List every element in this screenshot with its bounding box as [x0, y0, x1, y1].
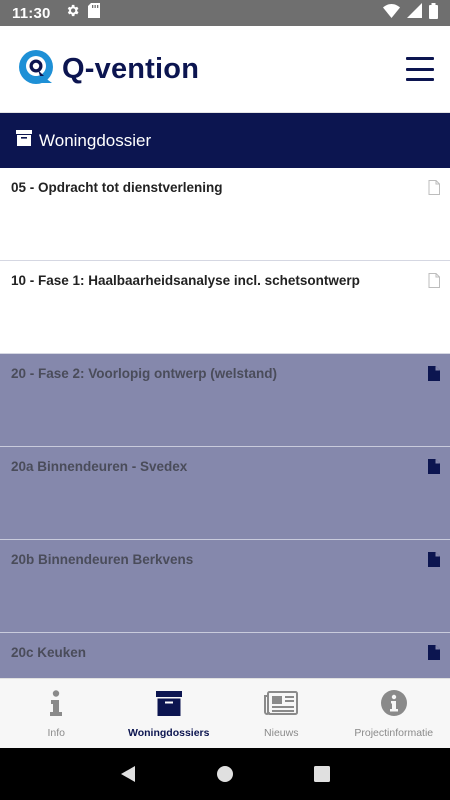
bottom-nav: Info Woningdossiers Nieuws Projectinform… [0, 678, 450, 748]
wifi-icon [383, 3, 400, 23]
archive-box-icon [16, 130, 32, 151]
tab-nieuws[interactable]: Nieuws [225, 679, 338, 748]
dossier-title: 05 - Opdracht tot dienstverlening [11, 180, 223, 195]
logo[interactable]: Q-vention [18, 49, 199, 90]
tab-woningdossiers[interactable]: Woningdossiers [113, 679, 226, 748]
tab-label: Nieuws [264, 727, 299, 739]
document-filled-icon [428, 459, 440, 479]
newspaper-icon [264, 689, 299, 717]
document-filled-icon [428, 552, 440, 572]
document-outline-icon [428, 273, 440, 293]
q-vention-logo-icon [18, 49, 54, 90]
section-title: Woningdossier [39, 130, 152, 150]
status-bar: 11:30 [0, 0, 450, 26]
document-outline-icon [428, 180, 440, 200]
document-filled-icon [428, 645, 440, 665]
list-item[interactable]: 05 - Opdracht tot dienstverlening [0, 168, 450, 261]
section-header: Woningdossier [0, 113, 450, 168]
signal-icon [407, 3, 422, 23]
dossier-title: 20 - Fase 2: Voorlopig ontwerp (welstand… [11, 366, 278, 381]
app-screen: 11:30 Q-vention Woningdossier 05 - Opdra… [0, 0, 450, 800]
dossier-title: 20b Binnendeuren Berkvens [11, 552, 194, 567]
status-right-icons [383, 2, 438, 24]
info-i-icon [50, 689, 63, 717]
list-item[interactable]: 20b Binnendeuren Berkvens [0, 540, 450, 633]
tab-label: Info [47, 727, 65, 739]
list-item[interactable]: 20c Keuken [0, 633, 450, 678]
info-circle-icon [380, 689, 407, 717]
tab-label: Woningdossiers [128, 727, 210, 739]
dossier-title: 10 - Fase 1: Haalbaarheidsanalyse incl. … [11, 273, 360, 288]
tab-projectinformatie[interactable]: Projectinformatie [338, 679, 450, 748]
logo-text: Q-vention [62, 52, 200, 85]
tab-info[interactable]: Info [0, 679, 113, 748]
dossier-title: 20c Keuken [11, 645, 87, 660]
home-icon[interactable] [210, 759, 240, 789]
document-filled-icon [428, 366, 440, 386]
status-left-icons [65, 3, 100, 23]
recents-icon[interactable] [307, 759, 337, 789]
tab-label: Projectinformatie [354, 727, 434, 739]
list-item[interactable]: 20a Binnendeuren - Svedex [0, 447, 450, 540]
app-header: Q-vention [0, 26, 450, 113]
list-item[interactable]: 20 - Fase 2: Voorlopig ontwerp (welstand… [0, 354, 450, 447]
dossier-list: 05 - Opdracht tot dienstverlening 10 - F… [0, 168, 450, 678]
system-nav-bar [0, 748, 450, 800]
back-icon[interactable] [113, 759, 143, 789]
settings-icon [65, 3, 80, 23]
dossier-title: 20a Binnendeuren - Svedex [11, 459, 188, 474]
battery-icon [429, 2, 438, 24]
hamburger-menu-icon[interactable] [406, 57, 434, 81]
status-time: 11:30 [12, 4, 51, 22]
archive-box-icon [155, 689, 182, 717]
list-item[interactable]: 10 - Fase 1: Haalbaarheidsanalyse incl. … [0, 261, 450, 354]
sd-card-icon [87, 3, 100, 23]
